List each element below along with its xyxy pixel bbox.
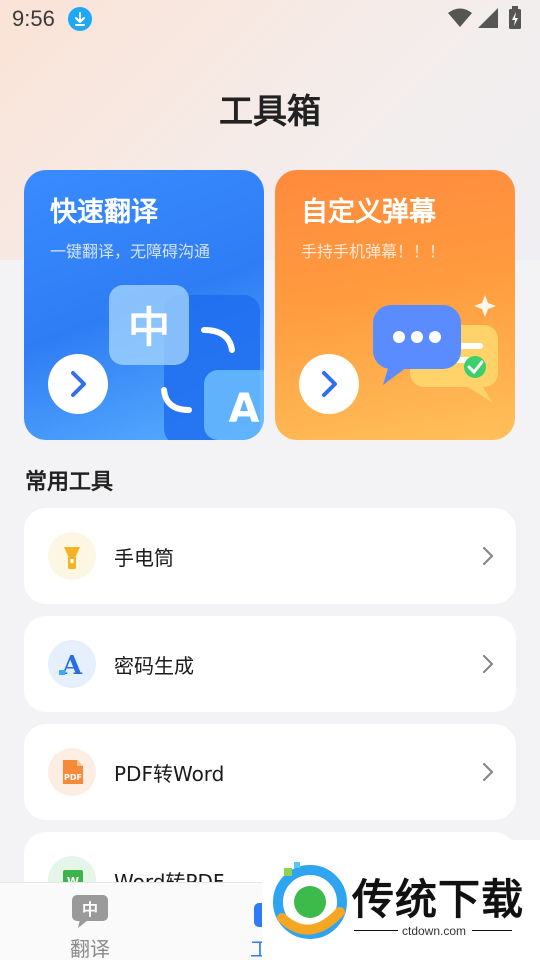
status-bar: 9:56 — [0, 0, 540, 38]
svg-text:中: 中 — [82, 900, 98, 919]
pdf-icon: PDF — [48, 748, 96, 796]
card-title: 自定义弹幕 — [301, 197, 436, 228]
section-title: 常用工具 — [25, 470, 114, 495]
tab-translate[interactable]: 中 翻译 — [0, 883, 180, 960]
page-title: 工具箱 — [219, 92, 321, 132]
card-subtitle: 手持手机弹幕！！！ — [301, 242, 446, 261]
danmaku-go-button[interactable] — [299, 354, 359, 414]
password-icon: A — [48, 640, 96, 688]
chat-bubbles-illustration-icon — [373, 295, 498, 403]
signal-icon — [478, 8, 498, 28]
chevron-right-icon — [71, 371, 86, 397]
battery-icon — [509, 6, 521, 29]
watermark-divider — [354, 930, 398, 931]
tool-label: PDF转Word — [114, 762, 225, 786]
wifi-icon — [448, 8, 472, 27]
chevron-right-icon — [482, 654, 494, 674]
chevron-right-icon — [482, 546, 494, 566]
status-icons — [448, 6, 528, 30]
svg-text:A: A — [229, 386, 260, 432]
tool-label: 手电筒 — [114, 546, 174, 570]
card-subtitle: 一键翻译，无障碍沟通 — [50, 242, 211, 261]
watermark: 传统下载 ctdown.com — [262, 840, 540, 960]
svg-text:中: 中 — [128, 303, 170, 352]
flashlight-icon — [48, 532, 96, 580]
tab-label: 翻译 — [70, 937, 110, 960]
translate-go-button[interactable] — [48, 354, 108, 414]
chevron-right-icon — [482, 762, 494, 782]
tool-label: 密码生成 — [114, 654, 194, 678]
watermark-url: ctdown.com — [402, 924, 467, 938]
translate-tab-icon: 中 — [72, 895, 108, 928]
watermark-logo-icon — [273, 862, 347, 939]
download-icon — [68, 7, 92, 31]
custom-danmaku-card[interactable]: 自定义弹幕 手持手机弹幕！！！ — [275, 170, 515, 440]
svg-text:A: A — [61, 651, 83, 681]
card-title: 快速翻译 — [50, 197, 158, 228]
tool-row-password[interactable]: A 密码生成 — [24, 616, 516, 712]
watermark-divider — [472, 930, 512, 931]
status-time: 9:56 — [12, 6, 55, 31]
tool-row-pdf-to-word[interactable]: PDF PDF转Word — [24, 724, 516, 820]
chevron-right-icon — [322, 371, 337, 397]
watermark-brand: 传统下载 — [352, 875, 525, 924]
quick-translate-card[interactable]: 快速翻译 一键翻译，无障碍沟通 中 A — [24, 170, 264, 440]
translate-illustration-icon: 中 A — [109, 285, 264, 440]
tool-row-flashlight[interactable]: 手电筒 — [24, 508, 516, 604]
svg-text:PDF: PDF — [64, 773, 82, 782]
